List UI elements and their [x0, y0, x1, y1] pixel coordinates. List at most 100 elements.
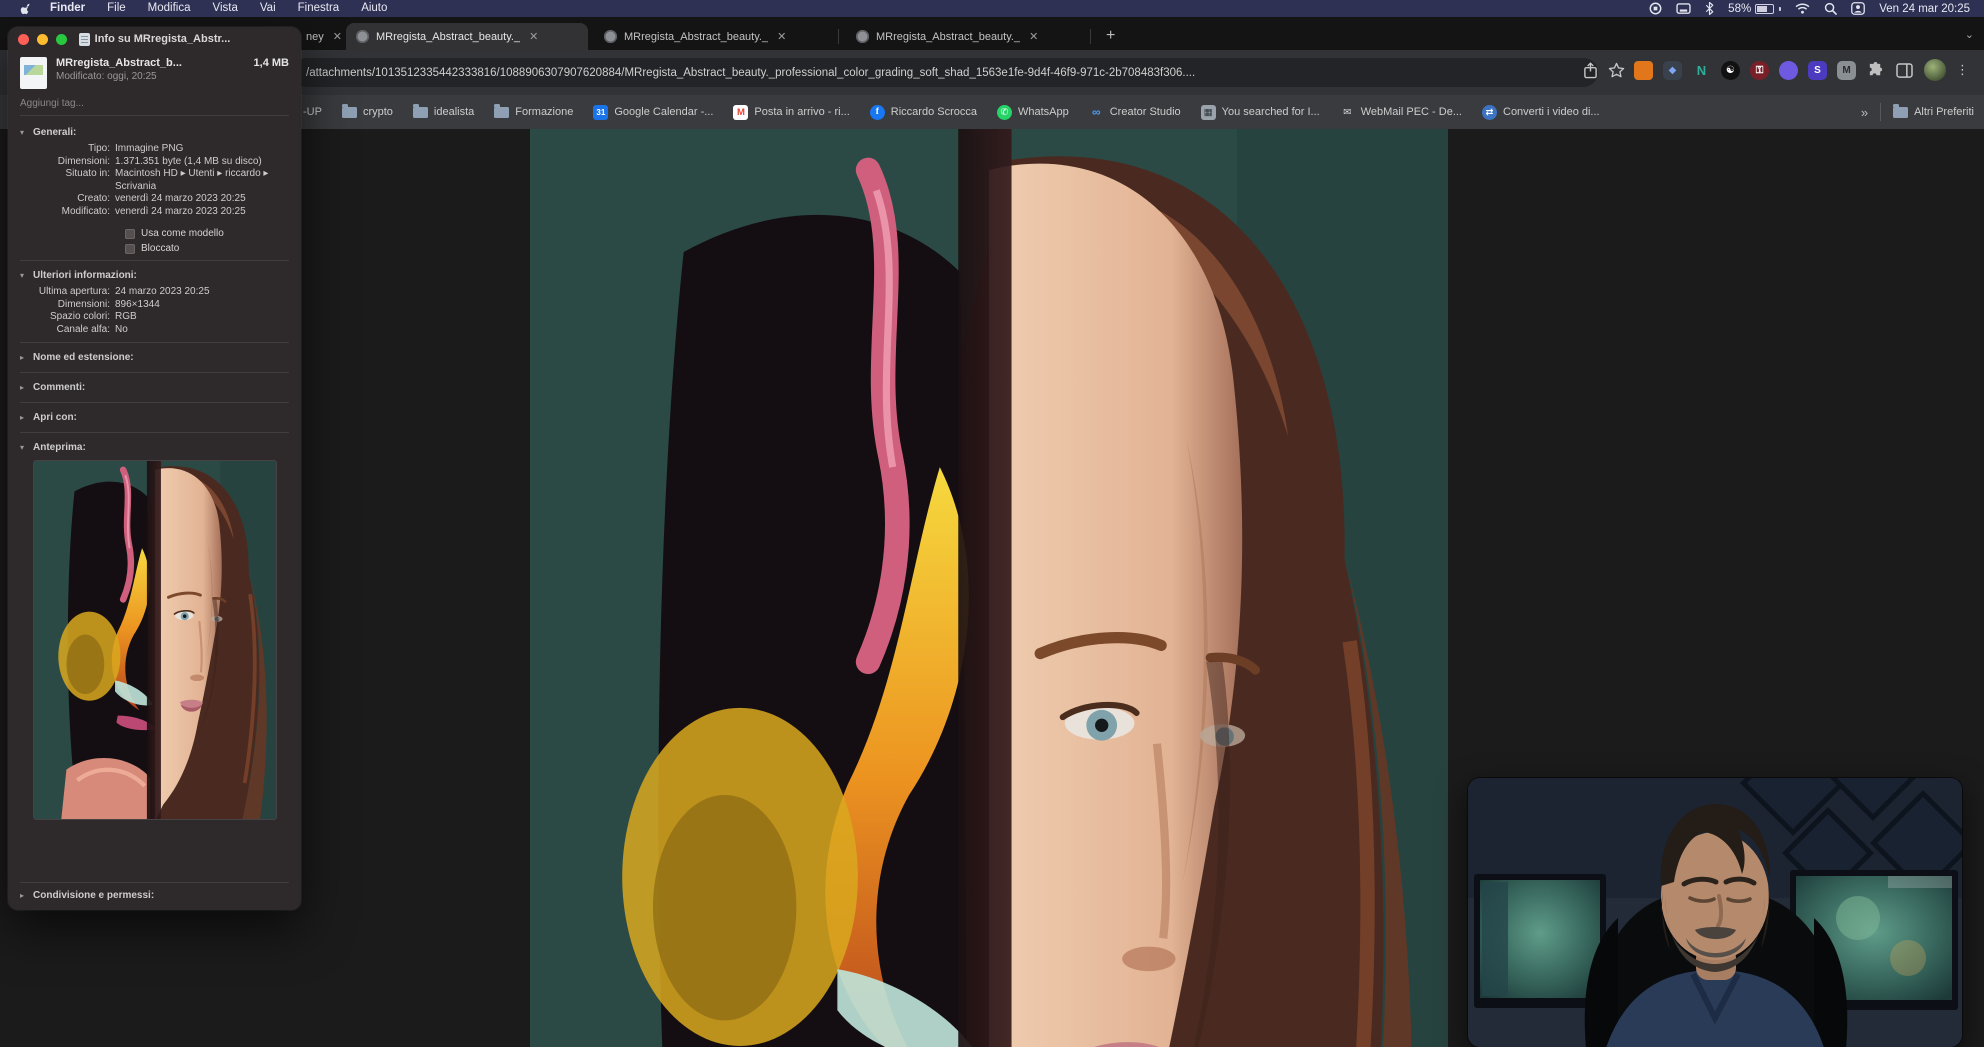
section-nome-ed-estensione[interactable]: ▸ Nome ed estensione:	[8, 349, 301, 366]
bookmark-label: WebMail PEC - De...	[1360, 106, 1462, 118]
bookmark-folder-idealista[interactable]: idealista	[412, 103, 474, 118]
bookmark-label: WhatsApp	[1017, 106, 1069, 118]
section-commenti[interactable]: ▸ Commenti:	[8, 379, 301, 396]
spotlight-search-icon[interactable]	[1824, 2, 1838, 15]
section-ulteriori-informazioni[interactable]: ▾ Ulteriori informazioni:	[8, 267, 301, 284]
tab-label: MRregista_Abstract_beauty._	[376, 30, 521, 43]
s-extension-icon[interactable]: S	[1808, 60, 1827, 80]
tab-active[interactable]: MRregista_Abstract_beauty._ ✕	[346, 23, 588, 50]
new-tab-button[interactable]: +	[1106, 25, 1115, 47]
side-panel-icon[interactable]	[1895, 61, 1914, 80]
tab-label: ney	[306, 30, 324, 43]
section-generali[interactable]: ▾ Generali:	[8, 124, 301, 141]
checkbox-icon[interactable]	[125, 243, 135, 254]
menu-item-aiuto[interactable]: Aiuto	[350, 0, 398, 17]
address-bar[interactable]: /attachments/1013512335442333816/1088906…	[292, 58, 1598, 87]
file-modified-line: Modificato: oggi, 20:25	[56, 71, 157, 82]
m-extension-icon[interactable]: M	[1837, 60, 1856, 80]
tab-close-icon[interactable]: ✕	[777, 30, 786, 43]
browser-menu-kebab-icon[interactable]: ⋮	[1956, 63, 1969, 76]
purple-extension-icon[interactable]	[1779, 60, 1798, 80]
screen-record-status-icon[interactable]	[1649, 2, 1662, 15]
file-name: MRregista_Abstract_b...	[56, 57, 182, 69]
chevron-right-icon: ▸	[20, 891, 25, 900]
tab-close-icon[interactable]: ✕	[333, 30, 342, 43]
tab-close-icon[interactable]: ✕	[529, 30, 538, 43]
info-row-canale-alfa: Canale alfa: No	[56, 323, 128, 335]
bluetooth-icon[interactable]	[1705, 2, 1714, 15]
finder-info-window[interactable]: Info su MRregista_Abstr... MRregista_Abs…	[8, 27, 301, 910]
password-key-extension-icon[interactable]: ⚿	[1750, 60, 1769, 80]
chevron-down-icon: ▾	[20, 271, 25, 280]
globe-favicon	[856, 30, 869, 43]
metamask-extension-icon[interactable]	[1634, 60, 1653, 80]
bookmark-creator-studio[interactable]: ∞ Creator Studio	[1089, 105, 1181, 120]
apple-menu-icon[interactable]	[14, 2, 39, 16]
menu-item-vista[interactable]: Vista	[202, 0, 249, 17]
menu-item-vai[interactable]: Vai	[249, 0, 287, 17]
bookmarks-overflow-chevron[interactable]: »	[1861, 105, 1868, 120]
macos-menu-bar: Finder File Modifica Vista Vai Finestra …	[0, 0, 1984, 17]
close-traffic-light[interactable]	[18, 33, 29, 45]
checkbox-bloccato[interactable]: Bloccato	[125, 243, 301, 254]
section-condivisione-e-permessi[interactable]: ▸ Condivisione e permessi:	[8, 887, 301, 904]
bookmark-label: Altri Preferiti	[1914, 106, 1974, 118]
main-image-ai-portrait[interactable]	[530, 129, 1448, 1047]
folder-icon	[1893, 103, 1909, 118]
profile-avatar[interactable]	[1924, 59, 1946, 81]
bookmark-label: crypto	[362, 106, 393, 118]
tab-2[interactable]: MRregista_Abstract_beauty._ ✕	[594, 23, 836, 50]
bookmark-item[interactable]: -UP	[303, 106, 322, 118]
bookmark-gmail[interactable]: M Posta in arrivo - ri...	[733, 104, 850, 120]
bookmark-converti-video[interactable]: ⇄ Converti i video di...	[1482, 104, 1600, 120]
bookmark-google-calendar[interactable]: 31 Google Calendar -...	[593, 104, 713, 120]
url-text: /attachments/1013512335442333816/1088906…	[306, 66, 1196, 79]
webcam-overlay	[1468, 778, 1962, 1047]
minimize-traffic-light[interactable]	[37, 33, 48, 45]
bookmark-label: Converti i video di...	[1503, 106, 1600, 118]
dark-extension-icon[interactable]: ☯	[1721, 60, 1740, 80]
menu-item-finestra[interactable]: Finestra	[287, 0, 351, 17]
converter-icon: ⇄	[1482, 104, 1497, 120]
checkbox-icon[interactable]	[125, 228, 135, 239]
extensions-puzzle-icon[interactable]	[1866, 61, 1885, 80]
bookmark-facebook[interactable]: f Riccardo Scrocca	[869, 104, 977, 120]
info-row-ultima-apertura: Ultima apertura: 24 marzo 2023 20:25	[38, 286, 210, 297]
tab-close-icon[interactable]: ✕	[1029, 30, 1038, 43]
other-favorites-folder[interactable]: Altri Preferiti	[1893, 103, 1974, 118]
bookmark-star-icon[interactable]	[1608, 62, 1625, 79]
section-anteprima[interactable]: ▾ Anteprima:	[8, 439, 301, 456]
document-icon	[78, 32, 90, 46]
menu-item-file[interactable]: File	[96, 0, 137, 17]
info-window-title: Info su MRregista_Abstr...	[94, 33, 231, 45]
wallet-extension-icon[interactable]: ◆	[1663, 60, 1682, 80]
bookmark-folder-formazione[interactable]: Formazione	[494, 103, 573, 118]
info-window-titlebar[interactable]: Info su MRregista_Abstr...	[8, 27, 301, 51]
bookmark-label: -UP	[303, 106, 322, 118]
menu-item-modifica[interactable]: Modifica	[137, 0, 202, 17]
section-apri-con[interactable]: ▸ Apri con:	[8, 409, 301, 426]
tab-3[interactable]: MRregista_Abstract_beauty._ ✕	[846, 23, 1088, 50]
fast-user-switch-icon[interactable]	[1851, 2, 1866, 15]
add-tags-field[interactable]: Aggiungi tag...	[20, 95, 289, 116]
share-icon[interactable]	[1583, 62, 1598, 79]
menu-item-finder[interactable]: Finder	[39, 0, 96, 17]
chevron-right-icon: ▸	[20, 353, 25, 362]
bookmark-you-searched[interactable]: ▦ You searched for I...	[1200, 104, 1320, 120]
battery-indicator[interactable]: 58%	[1728, 3, 1782, 15]
info-row-modificato: Modificato: venerdì 24 marzo 2023 20:25	[61, 205, 246, 217]
display-mirroring-icon[interactable]	[1676, 2, 1691, 15]
n-extension-icon[interactable]: N	[1692, 61, 1711, 80]
extensions-row: ◆ N ☯ ⚿ S M ⋮	[1634, 59, 1969, 81]
bookmark-folder-crypto[interactable]: crypto	[341, 103, 393, 118]
bookmark-label: Posta in arrivo - ri...	[754, 106, 850, 118]
png-file-icon	[20, 57, 47, 89]
tab-search-chevron-icon[interactable]: ⌄	[1965, 28, 1974, 41]
bookmark-whatsapp[interactable]: ✆ WhatsApp	[996, 104, 1069, 120]
wifi-icon[interactable]	[1795, 3, 1810, 14]
bookmark-webmail-pec[interactable]: ✉ WebMail PEC - De...	[1340, 105, 1462, 120]
info-row-spazio-colori: Spazio colori: RGB	[49, 311, 137, 322]
checkbox-usa-come-modello[interactable]: Usa come modello	[125, 228, 301, 239]
zoom-traffic-light[interactable]	[56, 33, 67, 45]
menu-bar-clock[interactable]: Ven 24 mar 20:25	[1879, 3, 1970, 15]
